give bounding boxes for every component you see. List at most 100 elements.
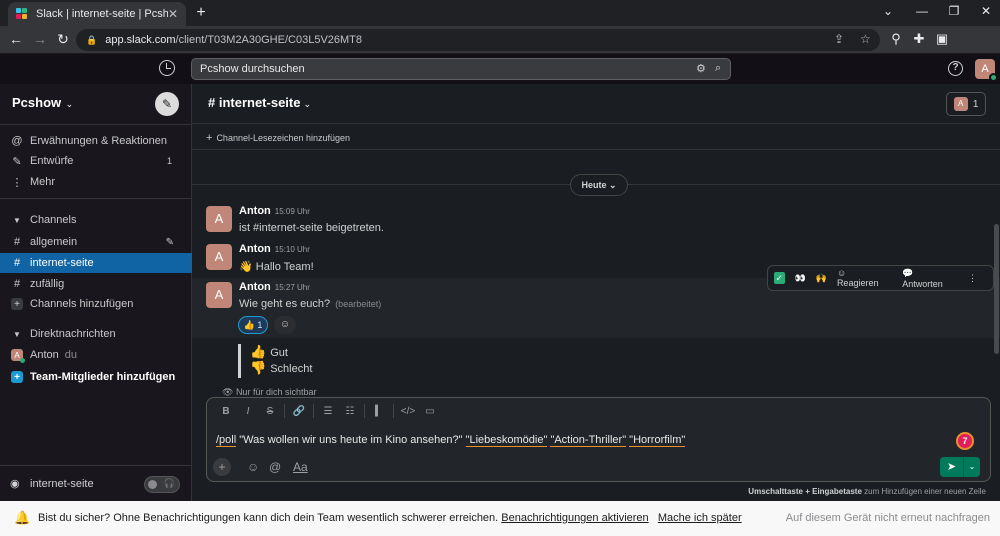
section-label: Channels — [30, 214, 77, 226]
poll-option[interactable]: 👍 Gut — [250, 344, 288, 360]
address-bar[interactable]: 🔒 app.slack.com/client/T03M2A30GHE/C03L5… — [76, 29, 880, 51]
dm-section-header[interactable]: ▼ Direktnachrichten — [0, 324, 192, 344]
back-icon[interactable]: ← — [8, 31, 24, 47]
browser-tab[interactable]: Slack | internet-seite | Pcshow ✕ — [8, 2, 186, 26]
extension-pin-icon[interactable]: ⚲ — [888, 31, 904, 47]
italic-icon[interactable]: I — [237, 406, 259, 417]
you-label: du — [64, 349, 77, 361]
add-reaction-icon[interactable]: ☺ — [274, 316, 296, 334]
raised-hands-icon[interactable]: 🙌 — [816, 273, 827, 284]
reload-icon[interactable]: ↻ — [55, 31, 71, 48]
edit-icon[interactable]: ✎ — [166, 237, 174, 248]
sidebar-item-internet-seite[interactable]: # internet-seite — [0, 253, 192, 273]
channels-section-header[interactable]: ▼ Channels — [0, 210, 192, 230]
sidebar-item-more[interactable]: ⋮ Mehr — [0, 172, 192, 192]
plus-icon: + — [11, 298, 23, 311]
mention-icon[interactable]: @ — [269, 460, 281, 474]
day-label: Heute — [581, 180, 607, 190]
later-link[interactable]: Mache ich später — [658, 512, 742, 524]
members-button[interactable]: A 1 — [946, 92, 986, 116]
minimize-icon[interactable]: — — [914, 4, 930, 18]
react-label: Reagieren — [836, 278, 879, 288]
huddle-toggle[interactable] — [144, 476, 180, 493]
chevron-down-icon: ⌄ — [303, 99, 312, 109]
text-format-icon[interactable]: Aa — [293, 460, 308, 474]
author-name[interactable]: Anton — [239, 243, 271, 255]
reply-button[interactable]: 💬 Antworten — [902, 268, 958, 289]
code-icon[interactable]: </> — [397, 406, 419, 417]
extensions-puzzle-icon[interactable]: ✚ — [911, 31, 927, 47]
message-composer[interactable]: B I S 🔗 ☰ ☷ ▍ </> ▭ /poll "Was wollen wi… — [206, 397, 991, 482]
enable-notifications-link[interactable]: Benachrichtigungen aktivieren — [501, 512, 648, 524]
search-filter-icon[interactable]: ⚙ — [696, 62, 706, 75]
author-name[interactable]: Anton — [239, 205, 271, 217]
sidebar-item-zufaellig[interactable]: # zufällig — [0, 274, 192, 294]
react-button[interactable]: ☺ Reagieren — [837, 268, 892, 288]
side-panel-icon[interactable]: ▣ — [934, 31, 950, 47]
channel-header: # internet-seite ⌄ A 1 — [192, 84, 1000, 124]
channel-title[interactable]: # internet-seite ⌄ — [208, 95, 311, 110]
add-bookmark-label: Channel-Lesezeichen hinzufügen — [216, 133, 351, 143]
code-block-icon[interactable]: ▭ — [419, 406, 441, 417]
avatar[interactable]: A — [206, 206, 232, 232]
blockquote-icon[interactable]: ▍ — [368, 406, 390, 417]
message-time[interactable]: 15:27 Uhr — [275, 283, 310, 292]
avatar[interactable]: A — [206, 244, 232, 270]
eyes-icon[interactable]: 👀 — [795, 273, 806, 284]
message[interactable]: A Anton 15:09 Uhr ist #internet-seite bei… — [192, 202, 1000, 240]
workspace-label: Pcshow — [12, 95, 62, 110]
sidebar-item-drafts[interactable]: ✎ Entwürfe 1 — [0, 151, 192, 171]
share-icon[interactable]: ⇪ — [834, 32, 844, 46]
search-input[interactable]: Pcshow durchsuchen ⚙ ⌕ — [191, 58, 731, 80]
dismiss-link[interactable]: Auf diesem Gerät nicht erneut nachfragen — [786, 512, 990, 524]
scrollbar[interactable] — [994, 224, 999, 354]
emoji-icon[interactable]: ☺ — [247, 460, 259, 474]
window-close-icon[interactable]: ✕ — [978, 4, 994, 18]
history-icon[interactable] — [159, 60, 175, 76]
hint-shortcut: Umschalttaste + Eingabetaste — [748, 487, 862, 496]
poll-option[interactable]: 👎 Schlecht — [250, 360, 312, 376]
author-name[interactable]: Anton — [239, 281, 271, 293]
add-channels-button[interactable]: + Channels hinzufügen — [0, 294, 192, 314]
edited-label: (bearbeitet) — [335, 299, 382, 309]
ordered-list-icon[interactable]: ☰ — [317, 406, 339, 417]
strikethrough-icon[interactable]: S — [259, 406, 281, 417]
bulleted-list-icon[interactable]: ☷ — [339, 406, 361, 417]
plus-icon: + — [206, 132, 213, 144]
bookmarks-bar[interactable]: + Channel-Lesezeichen hinzufügen — [192, 124, 1000, 150]
chevron-down-icon[interactable]: ⌄ — [964, 457, 980, 477]
bold-icon[interactable]: B — [215, 406, 237, 417]
add-team-members-button[interactable]: + Team-Mitglieder hinzufügen — [0, 367, 192, 387]
tab-search-icon[interactable]: ⌄ — [880, 4, 896, 18]
divider — [313, 404, 314, 418]
formatting-toolbar: B I S 🔗 ☰ ☷ ▍ </> ▭ — [207, 398, 992, 424]
sidebar-item-allgemein[interactable]: # allgemein ✎ — [0, 232, 192, 252]
message-time[interactable]: 15:10 Uhr — [275, 245, 310, 254]
send-button[interactable]: ➤ ⌄ — [940, 457, 980, 477]
link-icon[interactable]: 🔗 — [288, 406, 310, 417]
message-time[interactable]: 15:09 Uhr — [275, 207, 310, 216]
help-icon[interactable]: ? — [948, 61, 963, 76]
divider — [0, 198, 192, 199]
user-avatar[interactable]: A — [975, 59, 998, 82]
forward-icon[interactable]: → — [32, 31, 48, 47]
sidebar-item-dm-anton[interactable]: A Anton du — [0, 345, 192, 365]
compose-button[interactable]: ✎ — [155, 92, 179, 116]
attach-plus-icon[interactable]: + — [213, 458, 231, 476]
day-button[interactable]: Heute ⌄ — [570, 174, 628, 196]
check-icon[interactable]: ✓ — [774, 272, 785, 284]
new-tab-button[interactable]: + — [192, 4, 210, 22]
bookmark-star-icon[interactable]: ☆ — [860, 32, 871, 46]
composer-input[interactable]: /poll "Was wollen wir uns heute im Kino … — [216, 434, 686, 447]
avatar[interactable]: A — [206, 282, 232, 308]
command-text: /poll — [216, 434, 237, 447]
workspace-name[interactable]: Pcshow ⌄ — [12, 95, 73, 110]
sidebar-item-mentions[interactable]: @ Erwähnungen & Reaktionen — [0, 131, 192, 151]
grammarly-icon[interactable]: 7 — [956, 432, 974, 450]
send-icon[interactable]: ➤ — [940, 457, 964, 477]
tab-close-icon[interactable]: ✕ — [168, 7, 178, 21]
restore-icon[interactable]: ❐ — [946, 4, 962, 18]
thumbs-up-icon: 👍 — [250, 344, 267, 359]
more-actions-icon[interactable]: ⋮ — [968, 273, 977, 284]
reaction-thumbs-up[interactable]: 👍 1 — [238, 316, 268, 334]
